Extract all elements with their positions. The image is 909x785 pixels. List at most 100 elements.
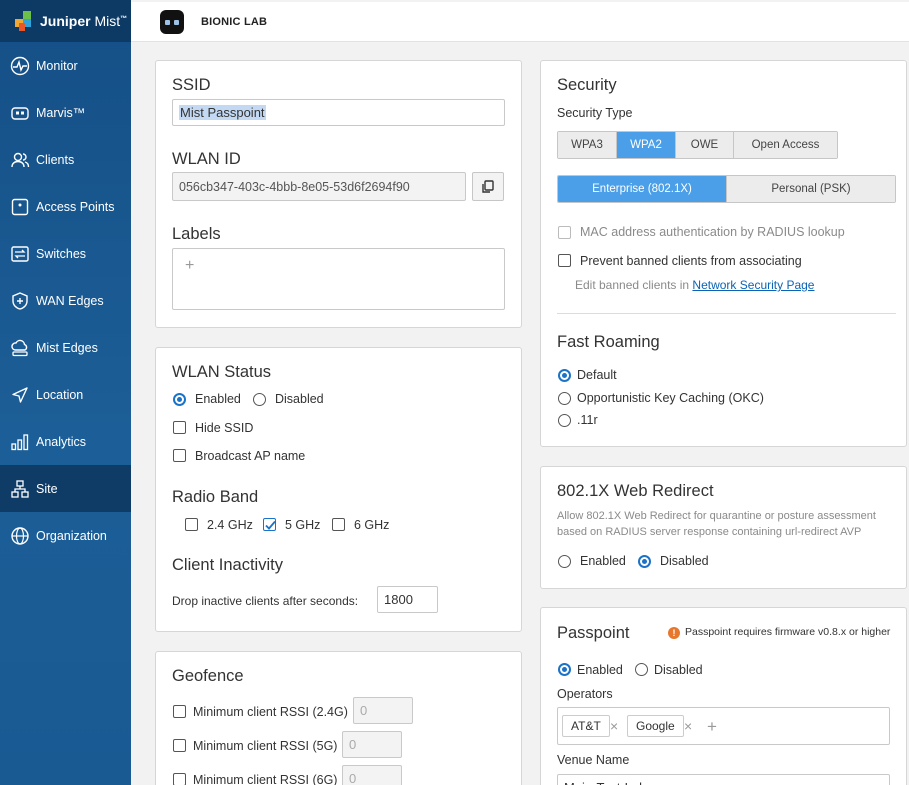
rssi-5-checkbox[interactable] — [173, 739, 186, 752]
sidebar-item-label: Marvis™ — [36, 105, 86, 120]
sidebar-item-wan-edges[interactable]: WAN Edges — [0, 277, 131, 324]
sidebar-item-label: Switches — [36, 246, 87, 261]
sidebar-item-label: Mist Edges — [36, 340, 98, 355]
security-mode-selector: Enterprise (802.1X) Personal (PSK) — [557, 175, 896, 203]
fast-roaming-title: Fast Roaming — [557, 333, 660, 351]
security-card: Security Security Type WPA3 WPA2 OWE Ope… — [540, 60, 907, 447]
add-operator-icon[interactable]: + — [707, 717, 717, 737]
rssi-6-input[interactable]: 0 — [342, 765, 402, 785]
brand-header[interactable]: Juniper Mist™ — [0, 0, 131, 42]
ssid-input[interactable]: Mist Passpoint — [172, 99, 505, 126]
passpoint-warning: Passpoint requires firmware v0.8.x or hi… — [685, 626, 891, 638]
roam-okc-radio[interactable] — [558, 392, 571, 405]
sidebar-item-mist-edges[interactable]: Mist Edges — [0, 324, 131, 371]
site-name[interactable]: BIONIC LAB — [201, 16, 267, 28]
site-icon — [10, 479, 30, 499]
sidebar-item-label: Access Points — [36, 199, 115, 214]
clients-icon — [10, 150, 30, 170]
rssi-24-label: Minimum client RSSI (2.4G) — [193, 705, 348, 719]
robot-avatar-icon[interactable] — [160, 9, 184, 34]
prevent-banned-checkbox[interactable] — [558, 254, 571, 267]
hide-ssid-checkbox[interactable] — [173, 421, 186, 434]
ssid-card: SSID Mist Passpoint WLAN ID 056cb347-403… — [155, 60, 522, 328]
sidebar-item-organization[interactable]: Organization — [0, 512, 131, 559]
sidebar-item-label: Clients — [36, 152, 75, 167]
security-type-wpa3[interactable]: WPA3 — [558, 132, 617, 158]
mode-enterprise[interactable]: Enterprise (802.1X) — [558, 176, 727, 202]
web-redirect-title: 802.1X Web Redirect — [557, 482, 714, 500]
redirect-disabled-radio[interactable] — [638, 555, 651, 568]
add-label-icon[interactable]: + — [185, 257, 194, 275]
roam-11r-radio[interactable] — [558, 414, 571, 427]
warning-icon: ! — [668, 627, 680, 639]
network-security-link[interactable]: Network Security Page — [692, 278, 814, 292]
top-bar: BIONIC LAB — [131, 2, 909, 42]
broadcast-ap-label: Broadcast AP name — [195, 449, 306, 463]
geofence-title: Geofence — [172, 667, 244, 685]
inactivity-label: Drop inactive clients after seconds: — [172, 594, 359, 608]
venue-name-input[interactable]: Main-Test-Lab — [557, 774, 890, 785]
rssi-24-input[interactable]: 0 — [353, 697, 413, 724]
broadcast-ap-checkbox[interactable] — [173, 449, 186, 462]
status-disabled-radio[interactable] — [253, 393, 266, 406]
rssi-6-checkbox[interactable] — [173, 773, 186, 785]
band-6-checkbox[interactable] — [332, 518, 345, 531]
juniper-logo-icon — [15, 11, 35, 31]
switches-icon — [10, 244, 30, 264]
inactivity-input[interactable]: 1800 — [377, 586, 438, 613]
rssi-24-checkbox[interactable] — [173, 705, 186, 718]
marvis-icon — [10, 103, 30, 123]
passpoint-title: Passpoint — [557, 624, 630, 642]
sidebar-item-switches[interactable]: Switches — [0, 230, 131, 277]
roam-default-radio[interactable] — [558, 369, 571, 382]
sidebar-item-site[interactable]: Site — [0, 465, 131, 512]
passpoint-disabled-radio[interactable] — [635, 663, 648, 676]
radio-band-title: Radio Band — [172, 488, 259, 506]
wlan-id-label: WLAN ID — [172, 150, 241, 168]
passpoint-disabled-label: Disabled — [654, 663, 703, 677]
brand-name: Juniper Mist™ — [40, 13, 128, 29]
sidebar-item-location[interactable]: Location — [0, 371, 131, 418]
operator-tag: Google — [627, 715, 684, 737]
band-24-checkbox[interactable] — [185, 518, 198, 531]
sidebar-item-clients[interactable]: Clients — [0, 136, 131, 183]
security-type-open-access[interactable]: Open Access — [734, 132, 837, 158]
mode-personal[interactable]: Personal (PSK) — [727, 176, 895, 202]
sidebar-item-analytics[interactable]: Analytics — [0, 418, 131, 465]
status-enabled-radio[interactable] — [173, 393, 186, 406]
remove-operator-icon[interactable]: × — [610, 718, 618, 734]
ssid-label: SSID — [172, 76, 211, 94]
operators-label: Operators — [557, 687, 613, 701]
rssi-5-input[interactable]: 0 — [342, 731, 402, 758]
sidebar-item-label: Location — [36, 387, 84, 402]
labels-input[interactable]: + — [172, 248, 505, 310]
wlan-id-field: 056cb347-403c-4bbb-8e05-53d6f2694f90 — [172, 172, 466, 201]
sidebar-item-monitor[interactable]: Monitor — [0, 42, 131, 89]
copy-button[interactable] — [472, 172, 504, 201]
analytics-icon — [10, 432, 30, 452]
passpoint-enabled-radio[interactable] — [558, 663, 571, 676]
wan-edges-icon — [10, 291, 30, 311]
band-5-checkbox[interactable] — [263, 518, 276, 531]
redirect-enabled-radio[interactable] — [558, 555, 571, 568]
sidebar-item-access-points[interactable]: Access Points — [0, 183, 131, 230]
remove-operator-icon[interactable]: × — [684, 718, 692, 734]
security-type-wpa2[interactable]: WPA2 — [617, 132, 676, 158]
sidebar-item-label: WAN Edges — [36, 293, 104, 308]
sidebar-item-label: Site — [36, 481, 58, 496]
mac-auth-label: MAC address authentication by RADIUS loo… — [580, 225, 845, 239]
security-type-label: Security Type — [557, 106, 633, 120]
mac-auth-checkbox[interactable] — [558, 226, 571, 239]
roam-default-label: Default — [577, 368, 617, 382]
sidebar-item-marvis[interactable]: Marvis™ — [0, 89, 131, 136]
venue-name-label: Venue Name — [557, 753, 630, 767]
sidebar: Juniper Mist™ Monitor Marvis™ Clients Ac… — [0, 0, 131, 785]
labels-label: Labels — [172, 225, 221, 243]
band-6-label: 6 GHz — [354, 518, 390, 532]
status-enabled-label: Enabled — [195, 392, 241, 406]
checkmark-icon — [265, 520, 276, 530]
roam-11r-label: .11r — [577, 413, 598, 427]
security-title: Security — [557, 76, 617, 94]
security-type-owe[interactable]: OWE — [676, 132, 734, 158]
band-5-label: 5 GHz — [285, 518, 321, 532]
